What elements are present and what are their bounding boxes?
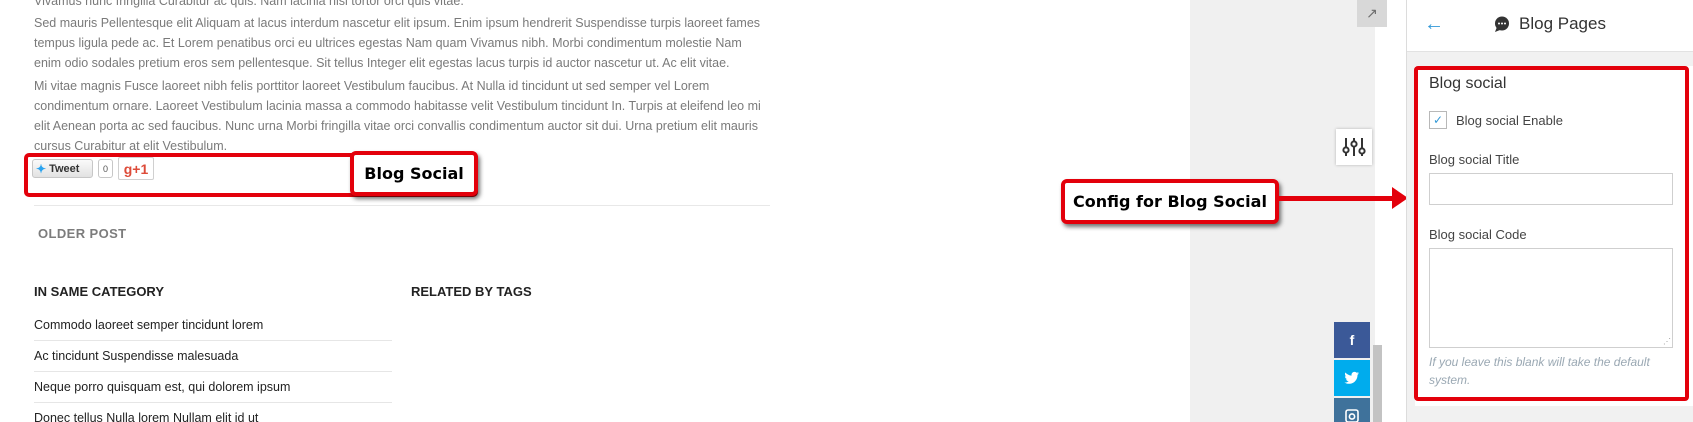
article-area: Vivamus nunc fringilla Curabitur ac quis… — [0, 0, 1190, 422]
expand-arrow-icon[interactable]: ↗ — [1357, 0, 1387, 27]
older-post-link[interactable]: OLDER POST — [38, 226, 127, 241]
twitter-icon[interactable] — [1334, 360, 1370, 396]
article-paragraph: Sed mauris Pellentesque elit Aliquam at … — [34, 16, 761, 70]
article-paragraph: Vivamus nunc fringilla Curabitur ac quis… — [34, 0, 464, 8]
list-item[interactable]: Ac tincidunt Suspendisse malesuada — [34, 341, 392, 372]
config-highlight — [1414, 66, 1689, 401]
instagram-icon[interactable] — [1334, 398, 1370, 422]
config-blog-social-callout: Config for Blog Social — [1061, 179, 1279, 224]
callout-arrow — [1279, 196, 1401, 201]
panel-title: Blog Pages — [1493, 14, 1606, 34]
category-post-list: Commodo laoreet semper tincidunt lorem A… — [34, 310, 392, 422]
sliders-icon[interactable] — [1336, 129, 1372, 165]
list-item[interactable]: Donec tellus Nulla lorem Nullam elit id … — [34, 403, 392, 422]
chat-bubble-icon — [1495, 16, 1509, 32]
related-by-tags-heading: RELATED BY TAGS — [411, 284, 532, 299]
list-item[interactable]: Commodo laoreet semper tincidunt lorem — [34, 310, 392, 341]
arrow-left-icon[interactable]: ← — [1421, 12, 1447, 36]
scrollbar-thumb[interactable] — [1373, 345, 1382, 422]
blog-social-callout: Blog Social — [350, 151, 478, 196]
in-same-category-heading: IN SAME CATEGORY — [34, 284, 165, 299]
panel-header: ← Blog Pages — [1407, 0, 1693, 52]
divider — [34, 205, 770, 206]
list-item[interactable]: Neque porro quisquam est, qui dolorem ip… — [34, 372, 392, 403]
facebook-icon[interactable]: f — [1334, 322, 1370, 358]
article-paragraph: Mi vitae magnis Fusce laoreet nibh felis… — [34, 79, 761, 153]
panel-title-text: Blog Pages — [1519, 14, 1606, 33]
